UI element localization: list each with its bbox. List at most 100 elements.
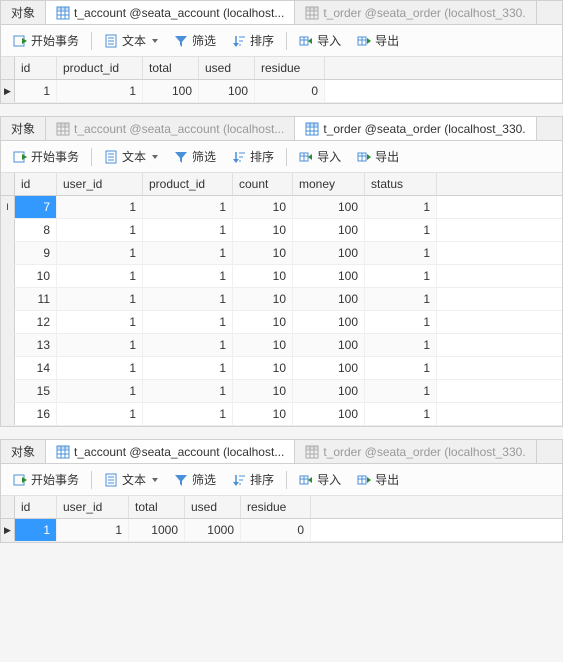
column-header[interactable]: count xyxy=(233,173,293,195)
filter-button[interactable]: 筛选 xyxy=(168,468,222,491)
text-button[interactable]: 文本 xyxy=(98,145,164,168)
grid-cell[interactable]: 100 xyxy=(293,265,365,287)
grid-cell[interactable]: 1 xyxy=(143,265,233,287)
grid-cell[interactable]: 1 xyxy=(143,242,233,264)
grid-cell[interactable]: 10 xyxy=(233,219,293,241)
grid-cell[interactable]: 1 xyxy=(15,519,57,541)
grid-cell[interactable]: 1 xyxy=(365,196,437,218)
row-header[interactable] xyxy=(1,380,15,402)
table-tab[interactable]: t_account @seata_account (localhost... xyxy=(46,440,295,463)
grid-cell[interactable]: 1 xyxy=(57,380,143,402)
grid-cell[interactable]: 10 xyxy=(233,265,293,287)
grid-cell[interactable]: 1 xyxy=(57,219,143,241)
grid-cell[interactable]: 16 xyxy=(15,403,57,425)
row-header[interactable] xyxy=(1,403,15,425)
grid-cell[interactable]: 1 xyxy=(15,80,57,102)
grid-cell[interactable]: 0 xyxy=(241,519,311,541)
objects-tab[interactable]: 对象 xyxy=(1,440,46,463)
grid-cell[interactable]: 1 xyxy=(143,288,233,310)
column-header[interactable]: id xyxy=(15,57,57,79)
table-tab[interactable]: t_account @seata_account (localhost... xyxy=(46,117,295,140)
column-header[interactable]: product_id xyxy=(143,173,233,195)
grid-cell[interactable]: 10 xyxy=(233,357,293,379)
grid-cell[interactable]: 1 xyxy=(143,196,233,218)
grid-cell[interactable]: 1 xyxy=(143,357,233,379)
grid-cell[interactable]: 11 xyxy=(15,288,57,310)
grid-cell[interactable]: 100 xyxy=(293,380,365,402)
grid-cell[interactable]: 10 xyxy=(233,311,293,333)
row-header[interactable] xyxy=(1,288,15,310)
import-button[interactable]: 导入 xyxy=(293,468,347,491)
column-header[interactable]: total xyxy=(129,496,185,518)
column-header[interactable]: used xyxy=(199,57,255,79)
grid-cell[interactable]: 100 xyxy=(293,196,365,218)
row-header[interactable]: ▶ xyxy=(1,80,15,102)
column-header[interactable]: money xyxy=(293,173,365,195)
grid-cell[interactable]: 10 xyxy=(233,403,293,425)
column-header[interactable]: used xyxy=(185,496,241,518)
row-header[interactable] xyxy=(1,357,15,379)
grid-cell[interactable]: 12 xyxy=(15,311,57,333)
column-header[interactable]: total xyxy=(143,57,199,79)
text-button[interactable]: 文本 xyxy=(98,468,164,491)
grid-cell[interactable]: 13 xyxy=(15,334,57,356)
row-header[interactable] xyxy=(1,311,15,333)
grid-cell[interactable]: 10 xyxy=(15,265,57,287)
grid-cell[interactable]: 1 xyxy=(57,334,143,356)
grid-cell[interactable]: 10 xyxy=(233,288,293,310)
grid-cell[interactable]: 1 xyxy=(365,311,437,333)
begin-transaction-button[interactable]: 开始事务 xyxy=(7,468,85,491)
grid-cell[interactable]: 1 xyxy=(365,219,437,241)
grid-cell[interactable]: 14 xyxy=(15,357,57,379)
row-header[interactable] xyxy=(1,242,15,264)
column-header[interactable]: status xyxy=(365,173,437,195)
grid-cell[interactable]: 1 xyxy=(365,288,437,310)
grid-cell[interactable]: 1 xyxy=(57,288,143,310)
import-button[interactable]: 导入 xyxy=(293,145,347,168)
grid-cell[interactable]: 1 xyxy=(365,357,437,379)
grid-cell[interactable]: 8 xyxy=(15,219,57,241)
grid-cell[interactable]: 1 xyxy=(57,265,143,287)
grid-cell[interactable]: 1 xyxy=(365,334,437,356)
grid-cell[interactable]: 10 xyxy=(233,242,293,264)
grid-cell[interactable]: 1 xyxy=(143,380,233,402)
grid-cell[interactable]: 100 xyxy=(293,288,365,310)
grid-cell[interactable]: 1 xyxy=(365,242,437,264)
grid-cell[interactable]: 100 xyxy=(293,242,365,264)
grid-cell[interactable]: 1000 xyxy=(129,519,185,541)
grid-cell[interactable]: 1 xyxy=(57,196,143,218)
grid-cell[interactable]: 15 xyxy=(15,380,57,402)
table-tab[interactable]: t_order @seata_order (localhost_330. xyxy=(295,440,536,463)
export-button[interactable]: 导出 xyxy=(351,145,405,168)
grid-cell[interactable]: 100 xyxy=(293,357,365,379)
column-header[interactable]: user_id xyxy=(57,173,143,195)
grid-cell[interactable]: 1 xyxy=(365,403,437,425)
objects-tab[interactable]: 对象 xyxy=(1,1,46,24)
sort-button[interactable]: 排序 xyxy=(226,145,280,168)
row-header[interactable] xyxy=(1,219,15,241)
grid-cell[interactable]: 1 xyxy=(143,311,233,333)
table-tab[interactable]: t_account @seata_account (localhost... xyxy=(46,1,295,24)
grid-cell[interactable]: 10 xyxy=(233,334,293,356)
column-header[interactable]: id xyxy=(15,173,57,195)
row-header[interactable] xyxy=(1,265,15,287)
table-tab[interactable]: t_order @seata_order (localhost_330. xyxy=(295,117,536,140)
begin-transaction-button[interactable]: 开始事务 xyxy=(7,145,85,168)
grid-cell[interactable]: 1 xyxy=(365,265,437,287)
grid-cell[interactable]: 1 xyxy=(143,334,233,356)
grid-cell[interactable]: 7 xyxy=(15,196,57,218)
column-header[interactable]: user_id xyxy=(57,496,129,518)
export-button[interactable]: 导出 xyxy=(351,468,405,491)
grid-cell[interactable]: 1 xyxy=(365,380,437,402)
grid-cell[interactable]: 1 xyxy=(143,219,233,241)
grid-cell[interactable]: 1 xyxy=(57,80,143,102)
grid-cell[interactable]: 100 xyxy=(293,403,365,425)
grid-cell[interactable]: 1000 xyxy=(185,519,241,541)
table-tab[interactable]: t_order @seata_order (localhost_330. xyxy=(295,1,536,24)
grid-cell[interactable]: 100 xyxy=(293,334,365,356)
row-header[interactable]: I xyxy=(1,196,15,218)
grid-cell[interactable]: 9 xyxy=(15,242,57,264)
grid-cell[interactable]: 1 xyxy=(57,519,129,541)
row-header[interactable]: ▶ xyxy=(1,519,15,541)
grid-cell[interactable]: 100 xyxy=(199,80,255,102)
